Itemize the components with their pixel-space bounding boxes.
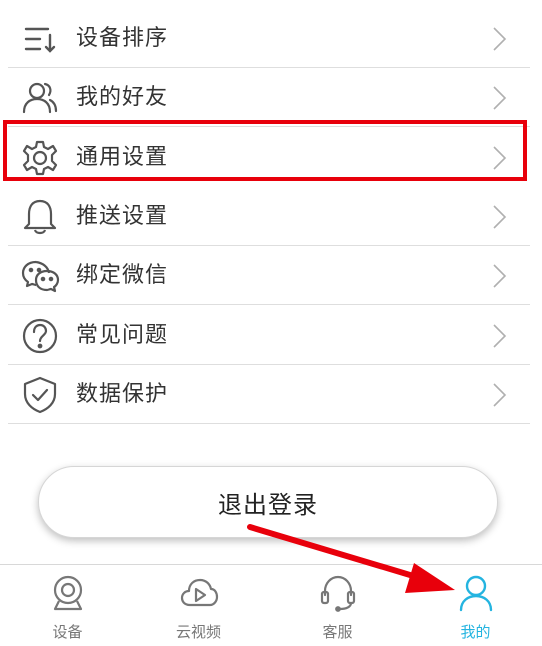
divider bbox=[8, 304, 530, 305]
my-page: 设备排序 我的好友 通用设置 推送设置 绑定微信 常见问题 数据保护 退出登录 … bbox=[0, 0, 542, 646]
chevron-right-icon bbox=[488, 26, 510, 52]
cloud-play-icon bbox=[179, 573, 219, 613]
chevron-right-icon bbox=[488, 85, 510, 111]
tab-label: 客服 bbox=[322, 623, 353, 641]
menu-item-label: 推送设置 bbox=[76, 204, 169, 229]
tab-label: 设备 bbox=[52, 623, 83, 641]
tab-cloud-video[interactable]: 云视频 bbox=[131, 565, 266, 646]
chevron-right-icon bbox=[488, 263, 510, 289]
chevron-right-icon bbox=[488, 323, 510, 349]
tab-device[interactable]: 设备 bbox=[0, 565, 135, 646]
friends-icon bbox=[20, 78, 60, 118]
highlight-box bbox=[3, 120, 527, 181]
camera-device-icon bbox=[48, 573, 88, 613]
menu-item-data-protection[interactable]: 数据保护 bbox=[0, 365, 542, 424]
person-icon bbox=[456, 573, 496, 613]
bell-icon bbox=[20, 197, 60, 237]
menu-item-label: 常见问题 bbox=[76, 323, 169, 348]
logout-button-label: 退出登录 bbox=[218, 490, 318, 519]
sort-list-icon bbox=[20, 19, 60, 59]
next-item-icon-peek bbox=[24, 432, 60, 438]
question-circle-icon bbox=[20, 316, 60, 356]
headset-icon bbox=[318, 573, 358, 613]
tab-mine[interactable]: 我的 bbox=[408, 565, 542, 646]
menu-item-faq[interactable]: 常见问题 bbox=[0, 306, 542, 365]
tab-label: 云视频 bbox=[175, 623, 221, 641]
menu-item-bind-wechat[interactable]: 绑定微信 bbox=[0, 246, 542, 305]
menu-item-label: 设备排序 bbox=[76, 26, 169, 51]
bottom-tab-bar: 设备 云视频 客服 我的 bbox=[0, 564, 542, 646]
menu-item-push-settings[interactable]: 推送设置 bbox=[0, 187, 542, 246]
menu-item-device-sort[interactable]: 设备排序 bbox=[0, 9, 542, 68]
chevron-right-icon bbox=[488, 204, 510, 230]
settings-menu-list: 设备排序 我的好友 通用设置 推送设置 绑定微信 常见问题 数据保护 bbox=[0, 0, 542, 438]
wechat-icon bbox=[20, 256, 60, 296]
tab-customer-service[interactable]: 客服 bbox=[270, 565, 405, 646]
menu-item-label: 数据保护 bbox=[76, 382, 169, 407]
logout-button[interactable]: 退出登录 bbox=[38, 466, 498, 538]
menu-item-my-friends[interactable]: 我的好友 bbox=[0, 68, 542, 127]
shield-check-icon bbox=[20, 375, 60, 415]
menu-item-label: 绑定微信 bbox=[76, 263, 169, 288]
divider bbox=[8, 423, 530, 424]
tab-label: 我的 bbox=[460, 623, 491, 641]
menu-item-label: 我的好友 bbox=[76, 85, 169, 110]
chevron-right-icon bbox=[488, 382, 510, 408]
